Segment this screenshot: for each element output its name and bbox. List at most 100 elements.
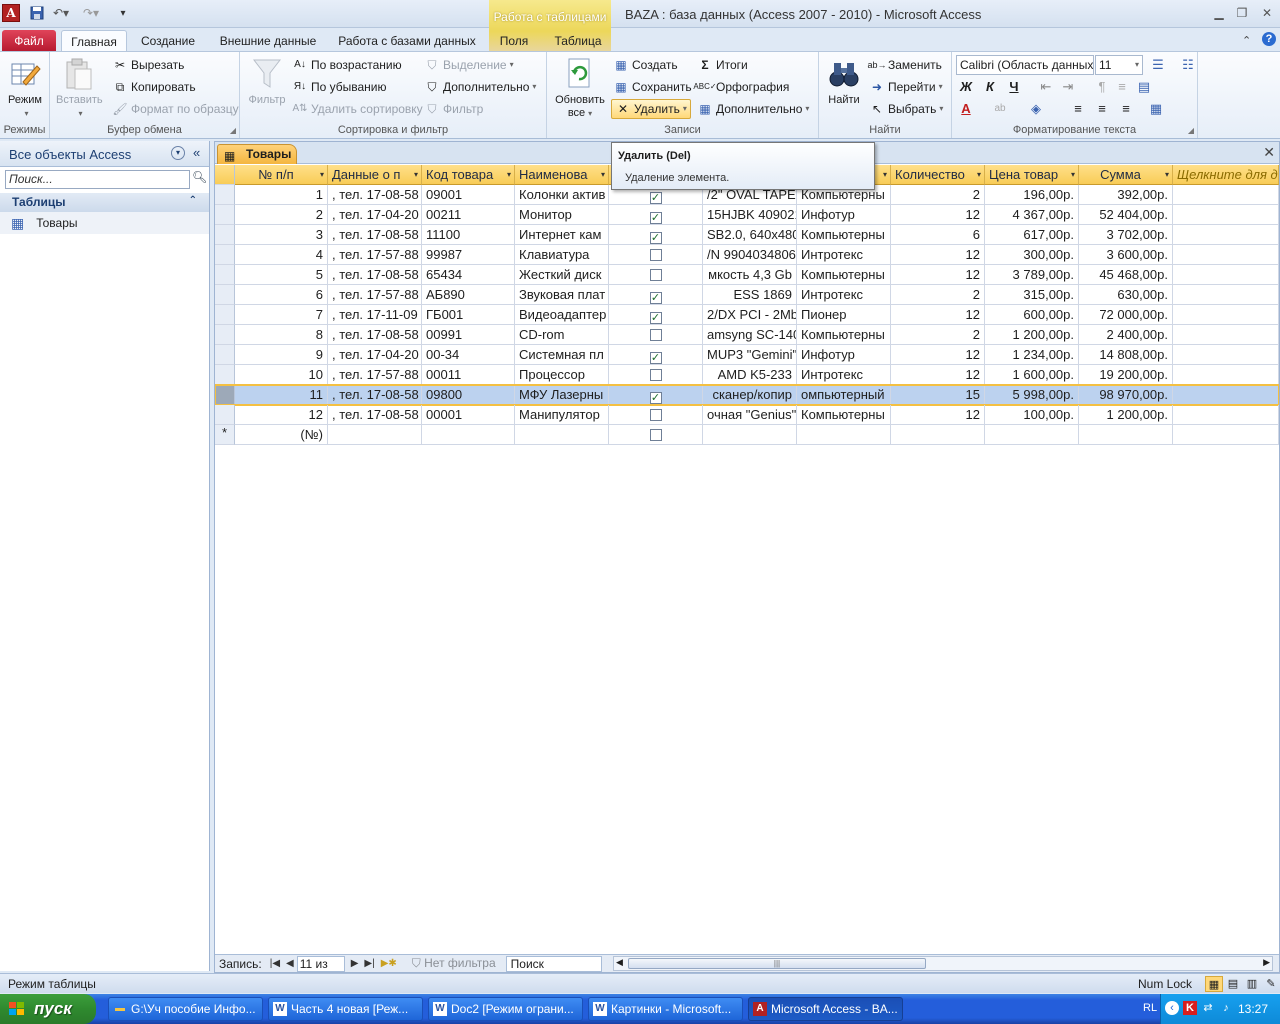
table-cell[interactable]: Компьютерны [797,265,891,285]
gridlines-icon[interactable]: ▦ [1146,99,1166,119]
row-selector[interactable] [215,405,235,425]
table-cell[interactable]: 15HJBK 409021 [703,205,797,225]
table-cell[interactable]: 10 [235,365,328,385]
row-selector[interactable] [215,285,235,305]
more-records-button[interactable]: ▦ Дополнительно ▾ [697,99,809,119]
table-cell[interactable]: ГБ001 [422,305,515,325]
table-cell[interactable]: Интротекс [797,245,891,265]
datasheet-view-icon[interactable]: ▦ [1205,976,1223,992]
table-cell[interactable]: 11 [235,385,328,405]
access-app-icon[interactable]: A [2,4,20,22]
spelling-button[interactable]: ABC✓ Орфография [693,77,789,97]
align-left-icon[interactable]: ≡ [1068,99,1088,119]
table-cell[interactable]: 00211 [422,205,515,225]
table-cell[interactable]: , тел. 17-08-58 [328,265,422,285]
italic-button[interactable]: К [980,77,1000,97]
selection-button[interactable]: ⛉ Выделение ▾ [424,55,513,75]
table-cell[interactable]: 1 200,00р. [985,325,1079,345]
new-record-nav-icon[interactable]: ▶✱ [381,958,397,969]
decrease-indent-icon[interactable]: ⇤ [1036,77,1056,97]
table-cell[interactable]: 12 [891,205,985,225]
table-cell[interactable]: Интротекс [797,365,891,385]
help-icon[interactable]: ? [1262,32,1276,46]
table-cell[interactable]: 65434 [422,265,515,285]
table-cell[interactable]: 8 [235,325,328,345]
table-cell[interactable]: 4 [235,245,328,265]
scrollbar-thumb[interactable]: ||| [628,958,926,969]
checked-checkbox[interactable]: ✓ [649,392,662,404]
table-cell[interactable]: 12 [235,405,328,425]
first-record-icon[interactable]: |◀ [270,958,280,969]
nav-menu-chevron-icon[interactable]: ▾ [171,146,185,160]
taskbar-item-access[interactable]: A Microsoft Access - BA... [748,997,903,1021]
tray-back-icon[interactable]: ‹ [1165,1001,1179,1015]
table-cell[interactable]: , тел. 17-08-58 [328,185,422,205]
table-cell[interactable] [1173,325,1279,345]
table-cell[interactable]: 1 234,00р. [985,345,1079,365]
fill-color-icon[interactable]: ◈ [1026,99,1046,119]
checkbox-cell[interactable]: ✓ [609,225,703,245]
table-cell[interactable]: 630,00р. [1079,285,1173,305]
last-record-icon[interactable]: ▶| [364,958,374,969]
chevron-down-icon[interactable]: ▾ [320,165,324,184]
column-header[interactable]: Сумма ▾ [1079,165,1173,185]
table-cell[interactable] [1173,265,1279,285]
table-cell[interactable]: 3 789,00р. [985,265,1079,285]
chevron-down-icon[interactable]: ▾ [977,165,981,184]
row-selector[interactable] [215,305,235,325]
filter-status[interactable]: ⛉ Нет фильтра [412,956,496,971]
column-header[interactable]: Цена товар ▾ [985,165,1079,185]
align-center-icon[interactable]: ≡ [1092,99,1112,119]
table-cell[interactable]: сканер/копир [703,385,797,405]
nav-group-tables[interactable]: Таблицы ⌃ [0,193,209,212]
column-header[interactable]: Код товара ▾ [422,165,515,185]
close-window-button[interactable]: ✕ [1256,4,1278,22]
table-cell[interactable]: 14 808,00р. [1079,345,1173,365]
table-cell[interactable] [1173,285,1279,305]
collapse-ribbon-icon[interactable]: ⌃ [1242,34,1251,47]
row-selector[interactable] [215,345,235,365]
table-cell[interactable]: 3 702,00р. [1079,225,1173,245]
table-cell[interactable]: Жесткий диск [515,265,609,285]
save-record-button[interactable]: ▦ Сохранить [613,77,691,97]
checked-checkbox[interactable]: ✓ [649,312,662,324]
pivot-table-view-icon[interactable]: ▤ [1224,976,1242,992]
filter-button[interactable]: Фильтр [244,56,290,107]
tab-external-data[interactable]: Внешние данные [213,30,323,52]
table-cell[interactable]: , тел. 17-08-58 [328,325,422,345]
table-cell[interactable] [1173,405,1279,425]
table-cell[interactable]: , тел. 17-04-20 [328,205,422,225]
column-header[interactable]: Наименова ▾ [515,165,609,185]
chevron-down-icon[interactable]: ▾ [1165,165,1169,184]
restore-button[interactable]: ❐ [1231,4,1253,22]
table-cell[interactable]: 98 970,00р. [1079,385,1173,405]
table-cell[interactable]: Колонки актив [515,185,609,205]
table-cell[interactable]: 2 [891,285,985,305]
table-row[interactable]: 7, тел. 17-11-09 ГБ001 Видеоадаптер ✓ 2/DX P… [215,305,1279,325]
table-cell[interactable]: 09001 [422,185,515,205]
table-cell[interactable]: , тел. 17-57-88 [328,285,422,305]
taskbar-item-word-2[interactable]: W Doc2 [Режим ограни... [428,997,583,1021]
checkbox-cell[interactable] [609,245,703,265]
table-cell[interactable]: 2/DX PCI - 2Mb [703,305,797,325]
checked-checkbox[interactable]: ✓ [649,232,662,244]
increase-indent-icon[interactable]: ⇥ [1058,77,1078,97]
table-cell[interactable]: 196,00р. [985,185,1079,205]
table-cell[interactable]: 2 400,00р. [1079,325,1173,345]
copy-button[interactable]: ⧉ Копировать [112,77,196,97]
table-cell[interactable] [1173,425,1279,445]
table-row[interactable]: 5, тел. 17-08-58 65434 Жесткий диск мкость … [215,265,1279,285]
unchecked-checkbox[interactable] [649,329,662,341]
table-cell[interactable]: 392,00р. [1079,185,1173,205]
select-all-cell[interactable] [215,165,235,185]
next-record-icon[interactable]: ▶ [351,958,359,969]
table-cell[interactable]: 5 998,00р. [985,385,1079,405]
table-cell[interactable]: 72 000,00р. [1079,305,1173,325]
checked-checkbox[interactable]: ✓ [649,352,662,364]
taskbar-item-explorer[interactable]: ▬ G:\Уч пособие Инфо... [108,997,263,1021]
unchecked-checkbox[interactable] [649,409,662,421]
column-header[interactable]: Количество ▾ [891,165,985,185]
horizontal-scrollbar[interactable]: ◀ ||| ▶ [613,956,1273,971]
table-cell[interactable]: 12 [891,345,985,365]
prev-record-icon[interactable]: ◀ [286,958,294,969]
